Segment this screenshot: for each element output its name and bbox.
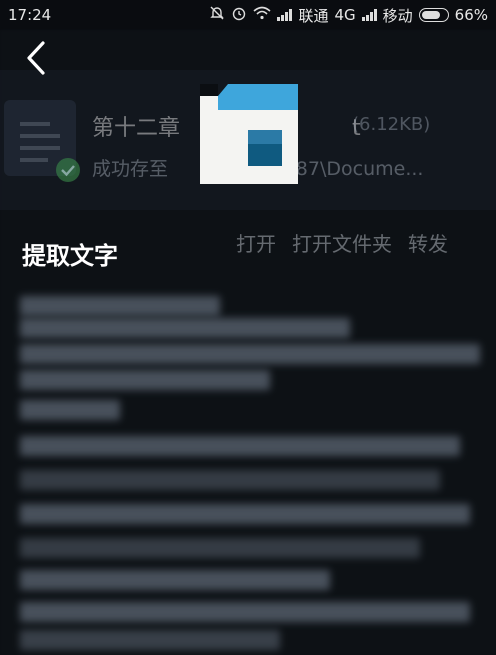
obscured-line [20,400,120,420]
obscured-line [20,570,330,590]
obscured-line [20,470,440,490]
bell-off-icon [209,5,225,25]
status-bar: 17:24 联通 4G 移动 66% [0,0,496,30]
carrier-1: 联通 [298,6,329,25]
network-type: 4G [334,6,356,24]
action-open-folder[interactable]: 打开文件夹 [292,228,392,257]
battery-icon [418,8,449,22]
app-logo-icon [200,84,298,184]
obscured-line [20,344,480,364]
wifi-icon [253,6,271,24]
action-forward[interactable]: 转发 [408,228,448,257]
action-open[interactable]: 打开 [236,228,276,257]
signal-icon-2 [361,9,377,21]
status-time: 17:24 [8,6,52,24]
back-button[interactable] [18,40,54,76]
battery-percent: 66% [454,6,488,24]
obscured-line [20,538,420,558]
obscured-line [20,318,350,338]
status-icons: 联通 4G 移动 66% [209,5,488,26]
obscured-line [20,436,460,456]
chevron-left-icon [27,41,45,75]
obscured-line [20,504,470,524]
obscured-line [20,370,270,390]
obscured-line [20,296,220,316]
section-title: 提取文字 [22,242,118,270]
file-size: (6.12KB) [352,114,431,135]
check-circle-icon [56,158,80,182]
signal-icon [277,9,293,21]
obscured-line [20,602,470,622]
alarm-icon [231,5,247,25]
carrier-2: 移动 [382,6,413,25]
file-actions: 打开 打开文件夹 转发 [236,228,448,257]
extracted-text-area[interactable] [14,290,484,650]
obscured-line [20,630,280,650]
